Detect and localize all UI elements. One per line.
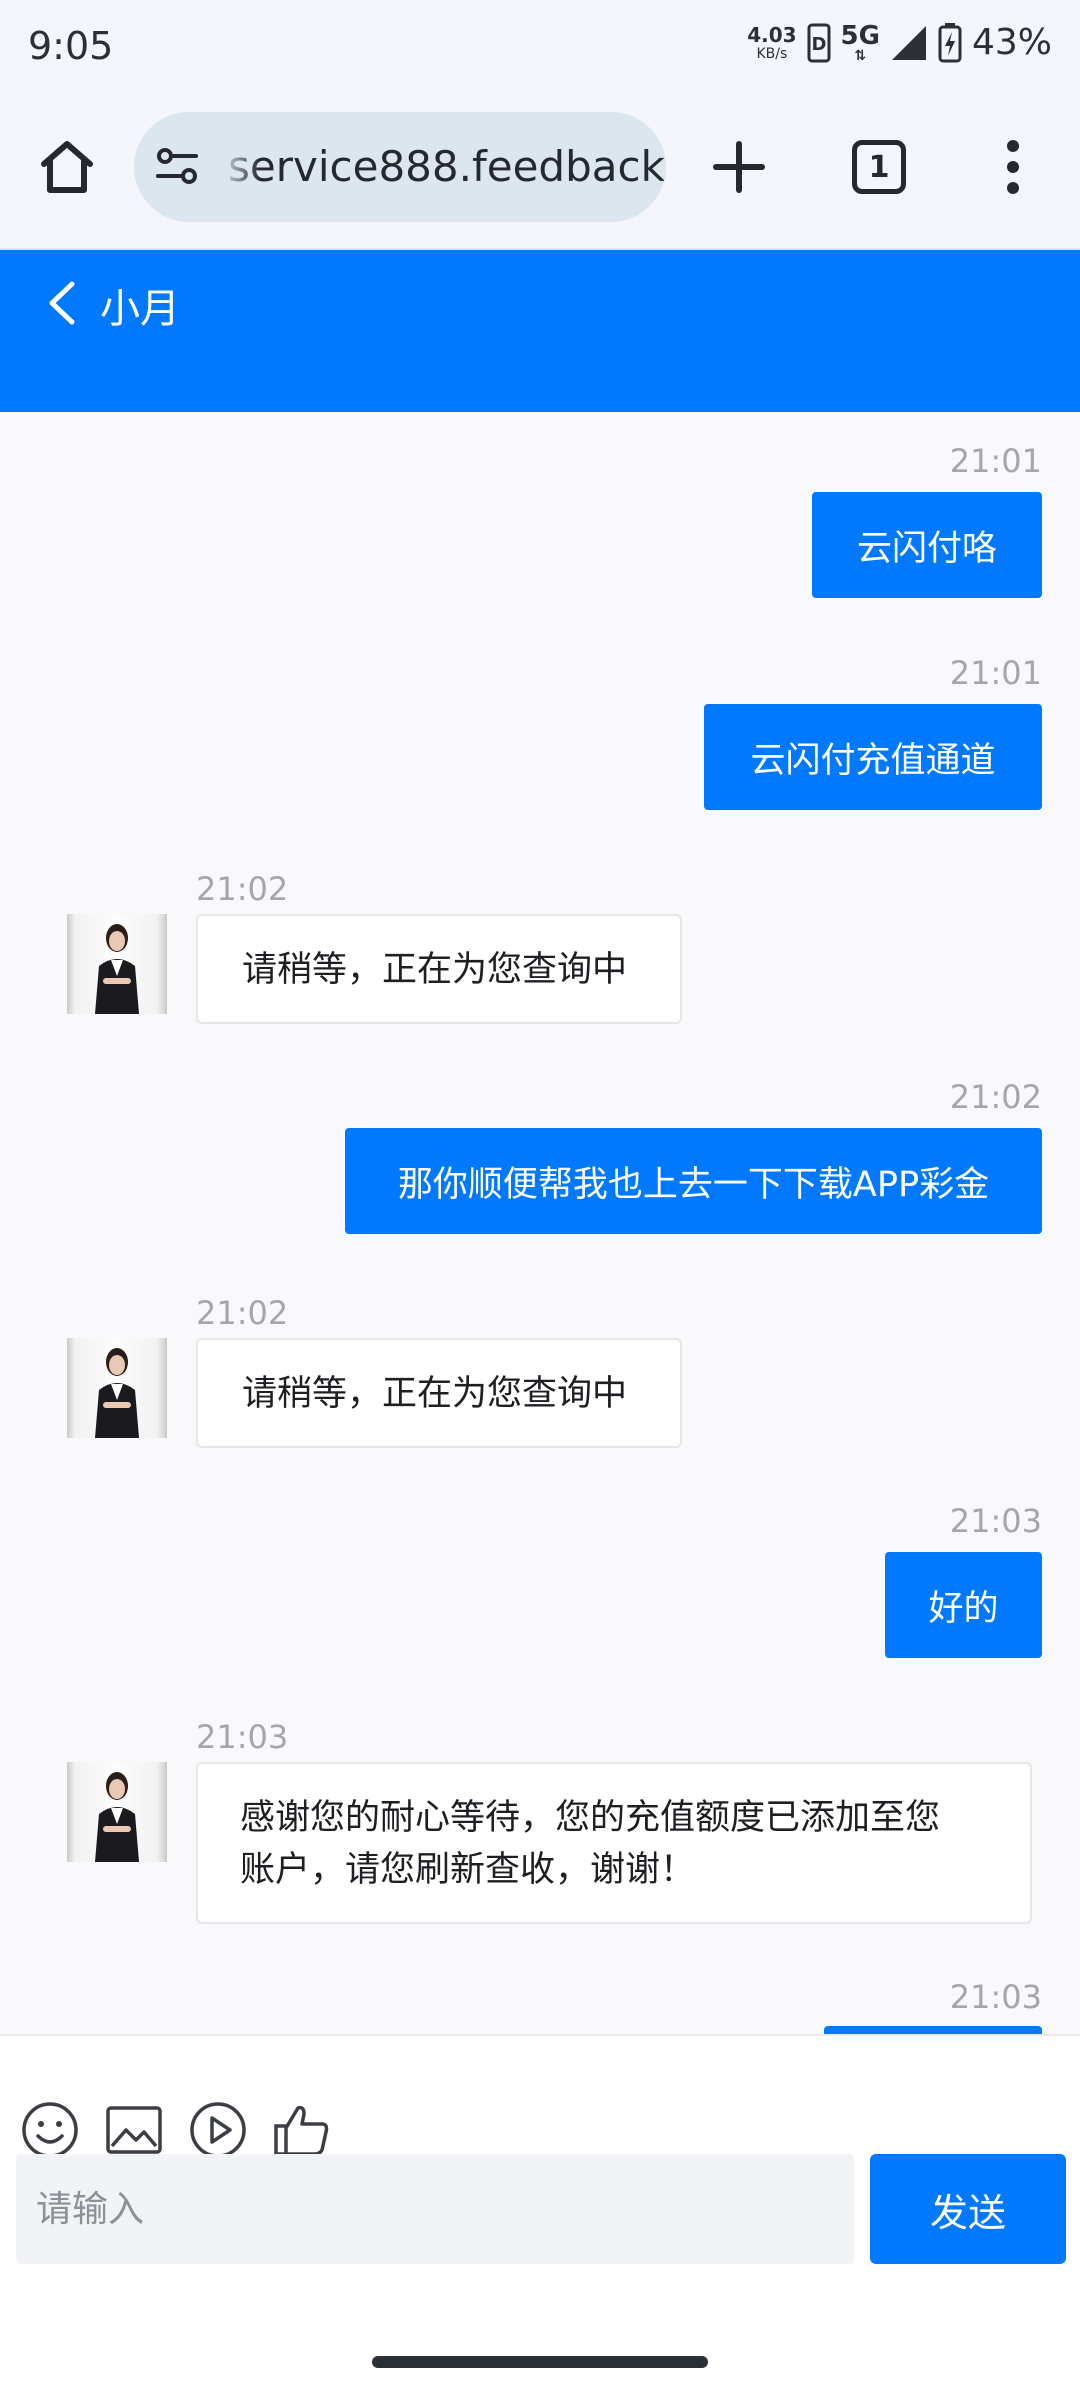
status-bar: 9:05 4.03 KB/s D 5G ⇅ 43%: [0, 0, 1080, 100]
svg-text:D: D: [811, 34, 826, 55]
network-type: 5G ⇅: [841, 23, 880, 63]
message-time: 21:03: [196, 1718, 289, 1756]
message-bubble-incoming[interactable]: 感谢您的耐心等待，您的充值额度已添加至您 账户，请您刷新查收，谢谢！: [196, 1762, 1032, 1924]
avatar[interactable]: [67, 1338, 167, 1438]
message-bubble-incoming[interactable]: 请稍等，正在为您查询中: [196, 914, 682, 1024]
new-tab-button[interactable]: [708, 136, 770, 198]
network-type-label: 5G: [840, 20, 880, 51]
message-bubble-outgoing[interactable]: 云闪付咯: [812, 492, 1042, 598]
message-text-line: 感谢您的耐心等待，您的充值额度已添加至您: [240, 1798, 941, 1838]
tabs-button[interactable]: 1: [848, 136, 910, 198]
video-icon: [190, 2102, 246, 2158]
send-button-label: 发送: [929, 2190, 1006, 2235]
message-text: 云闪付充值通道: [750, 740, 996, 781]
agent-avatar-icon: [95, 1348, 139, 1438]
message-time: 21:01: [949, 442, 1042, 480]
back-button[interactable]: [42, 278, 82, 328]
battery-charging-icon: [938, 22, 962, 63]
message-text-line: 账户，请您刷新查收，谢谢！: [240, 1850, 696, 1890]
plus-icon: [713, 141, 765, 193]
browser-toolbar: service888.feedback 1: [0, 100, 1080, 250]
avatar[interactable]: [67, 1762, 167, 1862]
message-text: 请稍等，正在为您查询中: [242, 950, 628, 990]
message-text: 好的: [928, 1588, 999, 1629]
message-time: 21:02: [949, 1078, 1042, 1116]
home-indicator[interactable]: [372, 2356, 708, 2368]
site-settings-icon[interactable]: [154, 142, 202, 194]
more-vert-icon: [1007, 140, 1019, 194]
network-speed-value: 4.03: [747, 22, 797, 47]
message-bubble-outgoing[interactable]: [824, 2026, 1042, 2034]
like-button[interactable]: [272, 2100, 332, 2160]
status-icons: 4.03 KB/s D 5G ⇅ 43%: [747, 22, 1052, 63]
message-bubble-outgoing[interactable]: 云闪付充值通道: [704, 704, 1042, 810]
url-text: service888.feedback: [228, 142, 665, 191]
message-bubble-outgoing[interactable]: 好的: [885, 1552, 1042, 1658]
thumbs-up-icon: [274, 2105, 329, 2156]
network-speed: 4.03 KB/s: [747, 25, 796, 61]
sim-card-icon: D: [807, 23, 831, 63]
chat-header: 小月: [0, 250, 1080, 412]
tabs-count: 1: [868, 149, 890, 185]
message-bubble-outgoing[interactable]: 那你顺便帮我也上去一下下载APP彩金: [345, 1128, 1042, 1234]
emoji-button[interactable]: [20, 2100, 80, 2160]
home-icon: [41, 141, 93, 193]
tabs-icon: 1: [852, 140, 906, 194]
status-time: 9:05: [28, 24, 114, 68]
message-text: 云闪付咯: [856, 528, 997, 569]
send-button[interactable]: 发送: [870, 2154, 1066, 2264]
message-time: 21:01: [949, 654, 1042, 692]
message-text: 请稍等，正在为您查询中: [242, 1374, 628, 1414]
message-time: 21:02: [196, 1294, 289, 1332]
chevron-left-icon: [49, 281, 75, 325]
message-text: 那你顺便帮我也上去一下下载APP彩金: [397, 1164, 990, 1205]
video-button[interactable]: [188, 2100, 248, 2160]
chat-message-list[interactable]: 21:01 云闪付咯 21:01 云闪付充值通道 21:02 请稍等，正在为您查…: [0, 412, 1080, 2034]
address-bar[interactable]: service888.feedback: [134, 112, 666, 222]
message-composer: 发送: [0, 2034, 1080, 2402]
message-bubble-incoming[interactable]: 请稍等，正在为您查询中: [196, 1338, 682, 1448]
message-input[interactable]: [16, 2154, 854, 2264]
network-speed-unit: KB/s: [756, 45, 788, 62]
avatar[interactable]: [67, 914, 167, 1014]
url-fade: [220, 112, 260, 222]
message-time: 21:03: [949, 1502, 1042, 1540]
image-button[interactable]: [104, 2100, 164, 2160]
agent-avatar-icon: [95, 1772, 139, 1862]
data-activity-icon: ⇅: [854, 47, 867, 64]
battery-percent: 43%: [971, 22, 1052, 63]
message-time: 21:03: [949, 1978, 1042, 2016]
agent-avatar-icon: [95, 924, 139, 1014]
home-button[interactable]: [36, 136, 98, 198]
message-time: 21:02: [196, 870, 289, 908]
signal-icon: [890, 24, 928, 62]
chat-title: 小月: [100, 286, 180, 332]
browser-menu-button[interactable]: [988, 136, 1038, 198]
image-icon: [106, 2106, 162, 2154]
emoji-icon: [22, 2102, 78, 2158]
